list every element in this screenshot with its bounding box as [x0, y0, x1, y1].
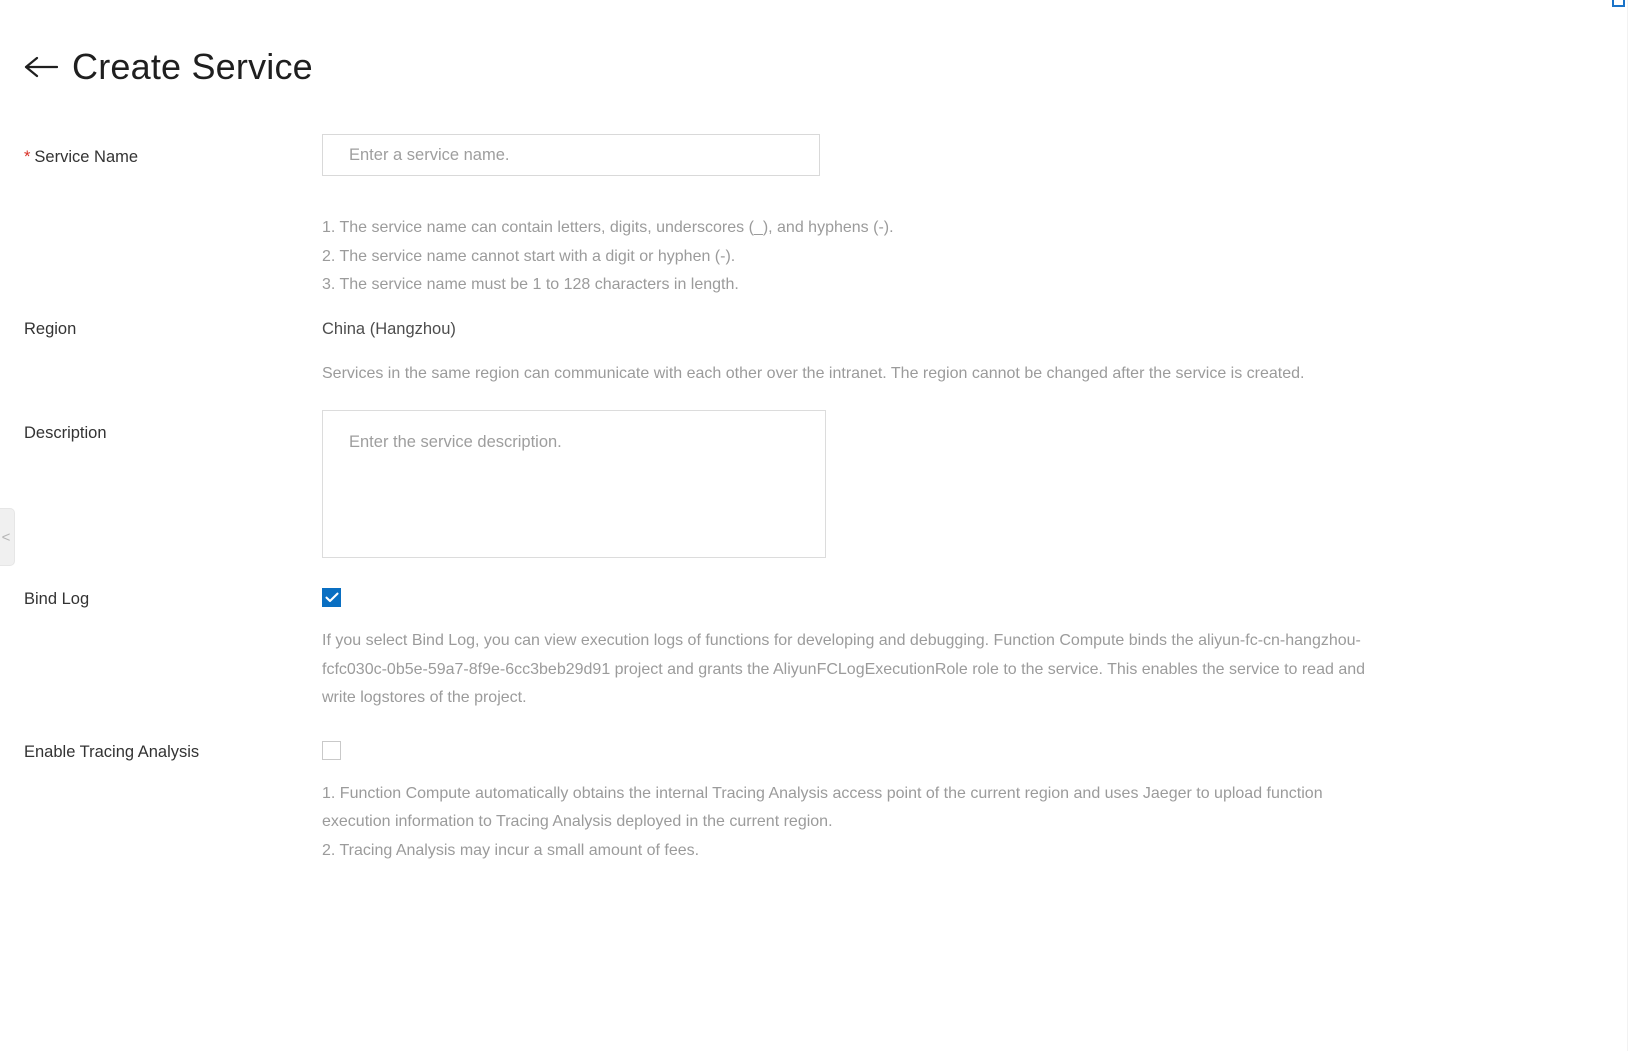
region-help: Services in the same region can communic…	[322, 364, 1305, 382]
bind-log-label: Bind Log	[0, 588, 322, 610]
service-name-label-text: Service Name	[34, 148, 139, 166]
bind-log-label-text: Bind Log	[24, 590, 90, 608]
tracing-analysis-help-line-1: 1. Function Compute automatically obtain…	[322, 784, 1323, 831]
region-control: China (Hangzhou) Services in the same re…	[322, 318, 1555, 389]
bind-log-help: If you select Bind Log, you can view exe…	[322, 632, 1366, 706]
page-title: Create Service	[72, 46, 313, 87]
required-marker: *	[24, 148, 31, 166]
description-control	[322, 410, 1555, 558]
service-name-label: * Service Name	[0, 134, 322, 168]
form-row-bind-log: Bind Log If you select Bind Log, you can…	[0, 588, 1555, 713]
service-name-help-line-2: 2. The service name cannot start with a …	[322, 247, 736, 265]
form-row-region: Region China (Hangzhou) Services in the …	[0, 318, 1555, 389]
chevron-left-icon: <	[1, 528, 11, 546]
create-service-page: Create Service *Service Name 1. The serv…	[0, 0, 1555, 865]
check-icon	[324, 592, 339, 603]
bind-log-checkbox[interactable]	[322, 588, 341, 607]
service-name-input[interactable]	[322, 134, 820, 176]
service-name-help-line-1: 1. The service name can contain letters,…	[322, 219, 894, 236]
service-name-control: 1. The service name can contain letters,…	[322, 134, 1555, 300]
form-row-service-name: *Service Name 1. The service name can co…	[0, 134, 1555, 300]
service-name-help: 1. The service name can contain letters,…	[322, 214, 1372, 300]
page-right-edge	[1627, 0, 1635, 1051]
tracing-analysis-help-line-2: 2. Tracing Analysis may incur a small am…	[322, 841, 700, 859]
region-label-text: Region	[24, 319, 77, 338]
region-value: China (Hangzhou)	[322, 319, 456, 338]
bind-log-control: If you select Bind Log, you can view exe…	[322, 588, 1555, 713]
tracing-analysis-help: 1. Function Compute automatically obtain…	[322, 780, 1342, 866]
tracing-analysis-control: 1. Function Compute automatically obtain…	[322, 740, 1555, 866]
tracing-analysis-label: Enable Tracing Analysis	[0, 741, 322, 763]
page-header: Create Service	[0, 0, 1555, 96]
create-service-form: *Service Name 1. The service name can co…	[0, 96, 1555, 865]
region-label: Region	[0, 318, 322, 340]
description-label-text: Description	[24, 424, 107, 442]
form-row-description: Description	[0, 410, 1555, 558]
service-name-help-line-3: 3. The service name must be 1 to 128 cha…	[322, 276, 739, 293]
arrow-left-icon[interactable]	[24, 50, 58, 84]
sidebar-collapse-handle[interactable]: <	[0, 508, 15, 566]
tracing-analysis-checkbox[interactable]	[322, 740, 341, 760]
tracing-analysis-label-text: Enable Tracing Analysis	[24, 742, 200, 761]
form-row-tracing-analysis: Enable Tracing Analysis 1. Function Comp…	[0, 740, 1555, 866]
top-right-icon-fragment	[1612, 0, 1625, 7]
description-textarea[interactable]	[322, 410, 826, 558]
description-label: Description	[0, 410, 322, 444]
